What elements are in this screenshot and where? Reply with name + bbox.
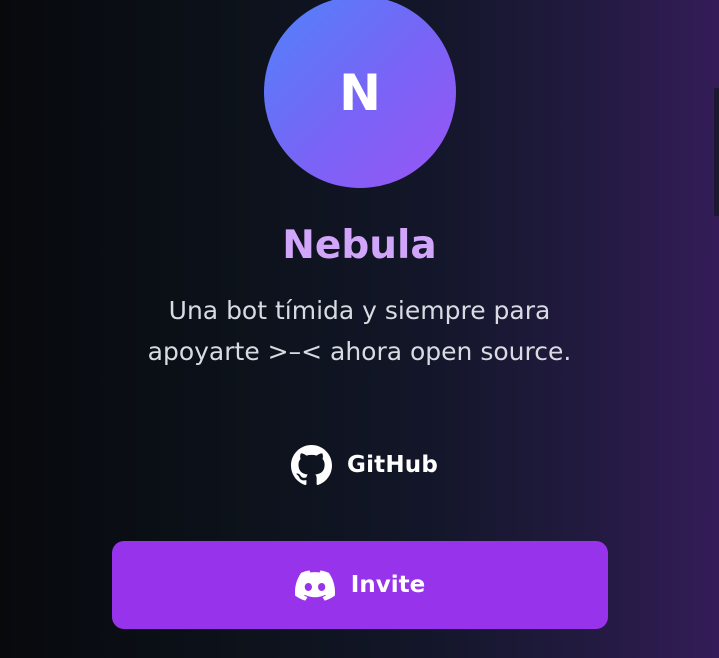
avatar: N bbox=[264, 0, 456, 188]
github-label: GitHub bbox=[347, 452, 439, 478]
github-icon bbox=[291, 444, 332, 485]
bot-name-title: Nebula bbox=[282, 223, 437, 268]
bot-description: Una bot tímida y siempre para apoyarte >… bbox=[147, 296, 572, 366]
github-link[interactable]: GitHub bbox=[291, 444, 438, 486]
scrollbar-edge[interactable] bbox=[714, 88, 719, 216]
discord-icon bbox=[294, 569, 335, 601]
invite-label: Invite bbox=[350, 572, 426, 598]
avatar-letter: N bbox=[339, 64, 381, 122]
invite-button[interactable]: Invite bbox=[112, 541, 608, 629]
